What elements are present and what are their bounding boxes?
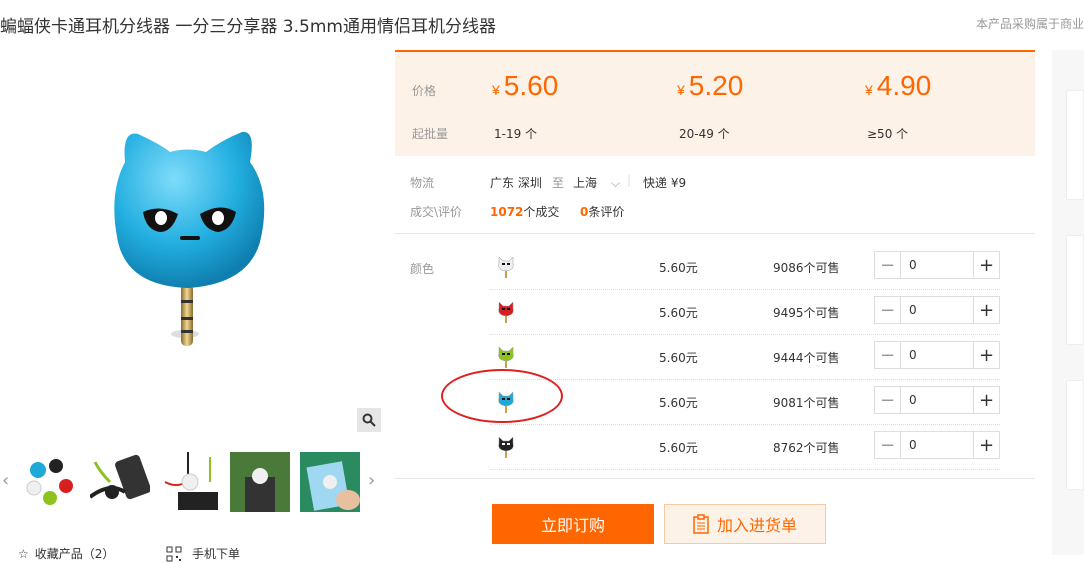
color-label: 颜色 xyxy=(410,262,435,276)
add-to-cart-label: 加入进货单 xyxy=(716,516,797,535)
qr-code-icon xyxy=(166,546,182,561)
tier-3-qty: ≥50 个 xyxy=(867,127,909,141)
product-title: 蝙蝠侠卡通耳机分线器 一分三分享器 3.5mm通用情侣耳机分线器 xyxy=(0,17,496,37)
quantity-stepper: − 0 + xyxy=(874,296,1000,324)
black-cat-icon[interactable] xyxy=(496,435,516,459)
tier-2-qty: 20-49 个 xyxy=(679,127,730,141)
tier-1-qty: 1-19 个 xyxy=(494,127,538,141)
thumbnail-strip: ‹ › xyxy=(0,450,385,512)
sku-row: 5.60元 9444个可售 − 0 + xyxy=(490,335,1000,380)
magnifier-icon xyxy=(362,413,376,427)
sku-price: 5.60元 xyxy=(659,441,698,455)
plus-button[interactable]: + xyxy=(973,297,999,323)
add-to-cart-button[interactable]: 加入进货单 xyxy=(664,504,826,544)
sku-price: 5.60元 xyxy=(659,396,698,410)
sku-price: 5.60元 xyxy=(659,306,698,320)
notice-text: 本产品采购属于商业 xyxy=(975,17,1084,31)
logistics-label: 物流 xyxy=(410,176,435,190)
favorite-product[interactable]: ☆ 收藏产品（2） xyxy=(18,545,114,562)
thumbnail-5[interactable] xyxy=(300,452,360,512)
divider xyxy=(395,478,1035,479)
recommend-card-3[interactable] xyxy=(1066,380,1084,490)
minus-button[interactable]: − xyxy=(875,432,901,458)
quantity-input[interactable]: 0 xyxy=(901,387,973,413)
shipping-fee: 快递 ¥9 xyxy=(643,176,687,190)
thumb-prev-icon[interactable]: ‹ xyxy=(2,470,9,491)
sku-row: 5.60元 9086个可售 − 0 + xyxy=(490,245,1000,290)
ship-from: 广东 深圳 xyxy=(490,176,542,190)
quantity-stepper: − 0 + xyxy=(874,251,1000,279)
sku-stock: 9495个可售 xyxy=(773,306,840,320)
quantity-stepper: − 0 + xyxy=(874,386,1000,414)
to-word: 至 xyxy=(552,176,565,190)
order-now-button[interactable]: 立即订购 xyxy=(492,504,654,544)
sku-row: 5.60元 9081个可售 − 0 + xyxy=(490,380,1000,425)
thumbnail-4[interactable] xyxy=(230,452,290,512)
minus-button[interactable]: − xyxy=(875,342,901,368)
mobile-order-label: 手机下单 xyxy=(192,547,241,561)
thumbnail-1[interactable] xyxy=(20,452,80,512)
clipboard-icon xyxy=(693,514,709,534)
deal-count[interactable]: 1072个成交 xyxy=(490,203,559,220)
ship-to-value: 上海 xyxy=(573,176,598,190)
thumbnail-2[interactable] xyxy=(90,452,150,512)
minus-button[interactable]: − xyxy=(875,297,901,323)
thumbnail-3[interactable] xyxy=(160,452,220,512)
quantity-input[interactable]: 0 xyxy=(901,342,973,368)
quantity-input[interactable]: 0 xyxy=(901,432,973,458)
sku-stock: 9444个可售 xyxy=(773,351,840,365)
minus-button[interactable]: − xyxy=(875,252,901,278)
quantity-stepper: − 0 + xyxy=(874,431,1000,459)
quantity-input[interactable]: 0 xyxy=(901,252,973,278)
chevron-down-icon: ⌵ xyxy=(610,176,620,190)
deal-label: 成交\评价 xyxy=(410,205,463,219)
red-cat-icon[interactable] xyxy=(496,300,516,324)
sku-row: 5.60元 8762个可售 − 0 + xyxy=(490,425,1000,470)
plus-button[interactable]: + xyxy=(973,252,999,278)
main-product-image[interactable] xyxy=(10,52,385,432)
green-cat-icon[interactable] xyxy=(496,345,516,369)
price-label: 价格 xyxy=(412,84,437,98)
review-count[interactable]: 0条评价 xyxy=(580,203,624,220)
sku-stock: 9086个可售 xyxy=(773,261,840,275)
sku-price: 5.60元 xyxy=(659,351,698,365)
ship-to-select[interactable]: 上海 ⌵ xyxy=(573,174,620,191)
quantity-stepper: − 0 + xyxy=(874,341,1000,369)
plus-button[interactable]: + xyxy=(973,342,999,368)
mobile-order[interactable]: 手机下单 xyxy=(166,545,240,562)
price-panel: 价格 起批量 ¥5.60 1-19 个 ¥5.20 20-49 个 ¥4.90 … xyxy=(395,50,1035,156)
plus-button[interactable]: + xyxy=(973,432,999,458)
thumb-next-icon[interactable]: › xyxy=(368,470,375,491)
recommend-card-2[interactable] xyxy=(1066,235,1084,345)
sku-stock: 8762个可售 xyxy=(773,441,840,455)
star-icon: ☆ xyxy=(18,546,29,561)
quantity-input[interactable]: 0 xyxy=(901,297,973,323)
sku-price: 5.60元 xyxy=(659,261,698,275)
sku-stock: 9081个可售 xyxy=(773,396,840,410)
sku-row: 5.60元 9495个可售 − 0 + xyxy=(490,290,1000,335)
minus-button[interactable]: − xyxy=(875,387,901,413)
white-cat-icon[interactable] xyxy=(496,255,516,279)
plus-button[interactable]: + xyxy=(973,387,999,413)
favorite-label: 收藏产品（2） xyxy=(34,547,115,561)
recommend-card-1[interactable] xyxy=(1066,90,1084,200)
separator: | xyxy=(627,173,632,187)
moq-label: 起批量 xyxy=(412,127,449,141)
tier-3-price: ¥4.90 xyxy=(865,70,932,101)
tier-1-price: ¥5.60 xyxy=(492,70,559,101)
tier-2-price: ¥5.20 xyxy=(677,70,744,101)
highlight-circle xyxy=(441,369,563,423)
zoom-button[interactable] xyxy=(357,408,381,432)
logistics-section: 物流 广东 深圳 至 上海 ⌵ | 快递 ¥9 成交\评价 1072个成交 0条… xyxy=(395,160,1035,234)
